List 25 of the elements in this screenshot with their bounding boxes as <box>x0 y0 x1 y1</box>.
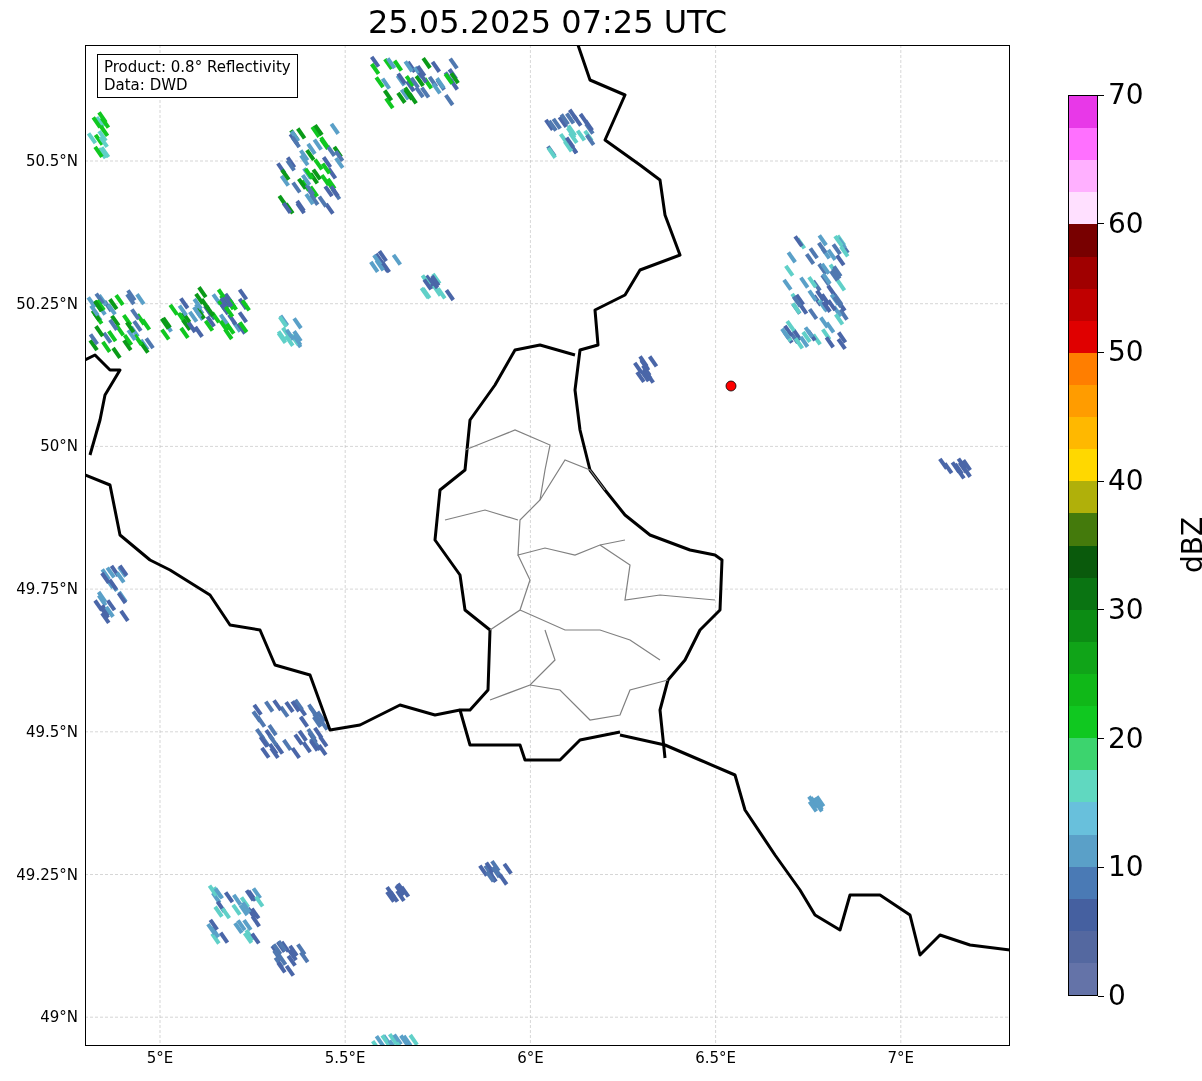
tick-label: 60 <box>1108 208 1144 239</box>
colorbar-label: dBZ <box>1175 516 1202 574</box>
axis-label: 49.25°N <box>16 865 78 884</box>
info-text: Data: DWD <box>104 76 189 94</box>
axis-label: 50°N <box>40 437 78 456</box>
chart-title: 25.05.2025 07:25 UTC <box>366 2 729 43</box>
location-marker-icon <box>725 380 737 392</box>
tick-label: 30 <box>1108 594 1144 625</box>
tick-label: 10 <box>1108 852 1144 883</box>
axis-label: 50.25°N <box>16 294 78 313</box>
axis-label: 6.5°E <box>695 1049 736 1067</box>
tick-label: 20 <box>1108 723 1144 754</box>
axis-label: 49°N <box>40 1008 78 1027</box>
axis-label: 49.5°N <box>25 722 78 741</box>
axis-label: 49.75°N <box>16 580 78 599</box>
axis-label: 50.5°N <box>25 152 78 170</box>
axis-label: 6°E <box>517 1049 544 1067</box>
tick-label: 70 <box>1108 80 1144 110</box>
tick-label: 40 <box>1108 466 1144 497</box>
tick-label: 50 <box>1108 337 1144 368</box>
axis-label: 5.5°E <box>324 1049 366 1067</box>
axis-label: 7°E <box>887 1049 915 1067</box>
info-text: Product: 0.8° Reflectivity <box>104 58 291 76</box>
axis-label: 5°E <box>146 1049 174 1067</box>
tick-label: 0 <box>1108 981 1126 1011</box>
